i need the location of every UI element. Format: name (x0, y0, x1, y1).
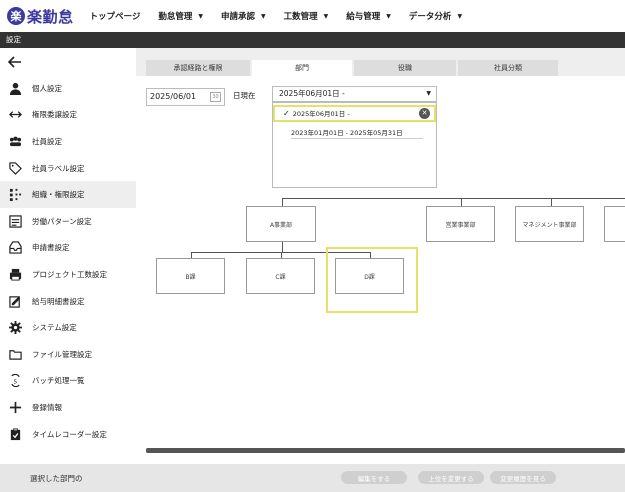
edit-button[interactable]: 編集をする (341, 471, 407, 484)
org-node-management-division[interactable]: マネジメント事業部 (515, 206, 584, 242)
as-of-label: 日現在 (233, 91, 256, 100)
caret-down-icon: ▼ (323, 12, 329, 20)
app-logo[interactable]: 楽 楽勤怠 (7, 6, 74, 27)
org-node-partial[interactable] (604, 206, 625, 242)
period-option-selected[interactable]: ✓ 2025年06月01日 - ✕ (273, 105, 436, 122)
swap-arrows-icon (8, 111, 22, 119)
tag-icon (8, 161, 22, 175)
logo-mark-icon: 楽 (7, 7, 25, 25)
history-button[interactable]: 変更履歴を見る (490, 471, 556, 484)
caret-down-icon: ▼ (457, 12, 463, 20)
nav-top-page[interactable]: トップページ (90, 10, 141, 22)
inbox-icon (8, 241, 22, 255)
department-panel: 2025/06/01 30 日現在 2025年06月01日 - ▼ ✓ 2025年… (136, 76, 625, 464)
clipboard-check-icon (10, 427, 20, 440)
org-grid-icon (9, 189, 21, 202)
period-dropdown: ✓ 2025年06月01日 - ✕ 2023年01月01日 - 2025年05月3… (272, 102, 437, 188)
chevron-down-icon: ▼ (426, 90, 431, 97)
check-icon: ✓ (283, 109, 290, 118)
org-node-b-section[interactable]: B課 (156, 258, 225, 294)
sidebar-item-file-management[interactable]: ファイル管理設定 (0, 341, 136, 368)
sidebar-item-time-recorder[interactable]: タイムレコーダー設定 (0, 421, 136, 448)
nav-data-analysis[interactable]: データ分析 ▼ (409, 10, 462, 22)
change-parent-button[interactable]: 上位を変更する (418, 471, 484, 484)
nav-approval[interactable]: 申請承認 ▼ (221, 10, 266, 22)
person-icon (9, 82, 21, 95)
settings-sidebar: 個人設定 権限委譲設定 社員設定 社員ラベル設定 組織・権限設定 労働パターン設… (0, 48, 136, 464)
sidebar-item-employee-labels[interactable]: 社員ラベル設定 (0, 155, 136, 182)
page-title-bar: 設定 (0, 32, 625, 48)
printer-icon (9, 268, 21, 281)
action-bar: 選択した部門の 編集をする 上位を変更する 変更履歴を見る (0, 464, 625, 492)
sidebar-item-registration[interactable]: 登録情報 (0, 394, 136, 421)
period-option[interactable]: 2023年01月01日 - 2025年05月31日 (273, 127, 436, 137)
sidebar-item-batch[interactable]: 5 バッチ処理一覧 (0, 368, 136, 395)
horizontal-scrollbar-thumb[interactable] (146, 448, 625, 453)
sidebar-item-employees[interactable]: 社員設定 (0, 128, 136, 155)
tab-positions[interactable]: 役職 (354, 60, 456, 76)
sidebar-item-org-permissions[interactable]: 組織・権限設定 (0, 181, 136, 208)
sidebar-item-system[interactable]: システム設定 (0, 314, 136, 341)
tree-connector (282, 242, 283, 252)
gear-icon (8, 321, 22, 335)
sidebar-item-payslip[interactable]: 給与明細書設定 (0, 288, 136, 315)
sidebar-item-project-hours[interactable]: プロジェクト工数設定 (0, 261, 136, 288)
main-area: 承認経路と権限 部門 役職 社員分類 2025/06/01 30 日現在 202… (136, 48, 625, 464)
tab-bar: 承認経路と権限 部門 役職 社員分類 (146, 60, 560, 76)
org-node-a-division[interactable]: A事業部 (246, 206, 316, 242)
logo-text: 楽勤怠 (27, 7, 74, 26)
caret-down-icon: ▼ (386, 12, 391, 20)
tree-connector (461, 198, 462, 206)
plus-icon (9, 401, 21, 413)
calendar-icon[interactable]: 30 (210, 92, 221, 102)
group-icon (9, 136, 21, 147)
list-icon (8, 215, 22, 228)
tab-approval-routes[interactable]: 承認経路と権限 (146, 60, 250, 76)
sidebar-item-application-forms[interactable]: 申請書設定 (0, 235, 136, 262)
svg-text:5: 5 (13, 380, 17, 386)
tab-departments[interactable]: 部門 (252, 60, 352, 76)
nav-man-hours[interactable]: 工数管理 ▼ (284, 10, 329, 22)
sidebar-item-delegation[interactable]: 権限委譲設定 (0, 102, 136, 129)
org-node-c-section[interactable]: C課 (246, 258, 315, 294)
tree-connector (551, 198, 552, 206)
nav-payroll[interactable]: 給与管理 ▼ (346, 10, 391, 22)
clear-icon[interactable]: ✕ (419, 108, 430, 119)
caret-down-icon: ▼ (198, 12, 203, 20)
org-node-sales-division[interactable]: 営業事業部 (426, 206, 495, 242)
sidebar-item-personal[interactable]: 個人設定 (0, 75, 136, 102)
selected-department-label: 選択した部門の (30, 474, 83, 483)
tab-employee-categories[interactable]: 社員分類 (458, 60, 558, 76)
date-input[interactable]: 2025/06/01 30 (146, 88, 225, 106)
sidebar-item-work-patterns[interactable]: 労働パターン設定 (0, 208, 136, 235)
top-navigation: 楽 楽勤怠 トップページ 勤怠管理 ▼ 申請承認 ▼ 工数管理 ▼ 給与管理 ▼ データ… (0, 0, 625, 32)
caret-down-icon: ▼ (261, 12, 266, 20)
tree-connector (282, 198, 283, 206)
arrow-left-icon (8, 55, 21, 68)
back-button[interactable] (0, 48, 136, 75)
dropdown-divider (291, 138, 423, 139)
tree-connector (282, 198, 625, 199)
edit-doc-icon (8, 295, 20, 308)
highlight-frame (326, 247, 418, 313)
nav-attendance[interactable]: 勤怠管理 ▼ (158, 10, 203, 22)
batch-icon: 5 (10, 374, 20, 388)
folder-icon (8, 349, 22, 360)
period-select[interactable]: 2025年06月01日 - ▼ (272, 86, 437, 102)
